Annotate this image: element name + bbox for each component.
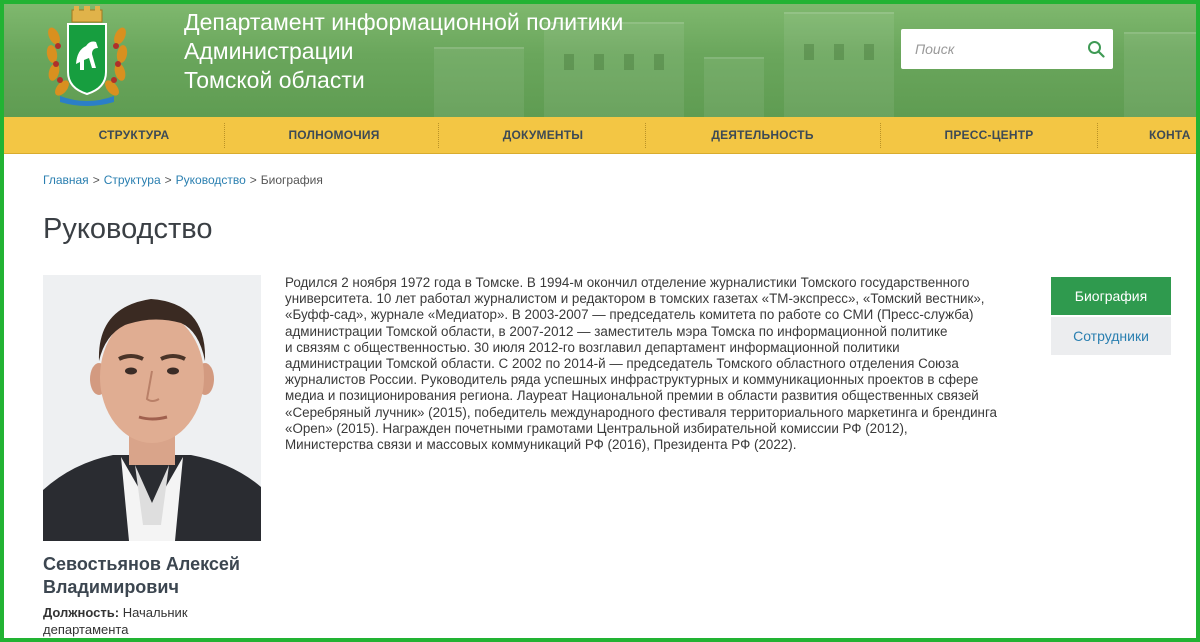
site-title-line: Департамент информационной политики bbox=[184, 9, 624, 35]
nav-item-documents[interactable]: ДОКУМЕНТЫ bbox=[438, 117, 648, 154]
site-title[interactable]: Департамент информационной политики Адми… bbox=[184, 8, 623, 95]
person-name: Севостьянов Алексей Владимирович bbox=[43, 553, 283, 599]
nav-separator bbox=[1097, 123, 1098, 148]
tab-staff[interactable]: Сотрудники bbox=[1051, 317, 1171, 355]
bio-line: журналистов России. Руководитель ряда ус… bbox=[285, 372, 979, 388]
breadcrumb-separator: > bbox=[92, 173, 100, 187]
nav-item-press-center[interactable]: ПРЕСС-ЦЕНТР bbox=[880, 117, 1098, 154]
main-nav: СТРУКТУРА ПОЛНОМОЧИЯ ДОКУМЕНТЫ ДЕЯТЕЛЬНО… bbox=[4, 117, 1196, 154]
bio-line: Министерства связи и массовых коммуникац… bbox=[285, 437, 797, 453]
biography-text: Родился 2 ноября 1972 года в Томске. В 1… bbox=[285, 275, 1025, 453]
bio-line: медиа и позиционирования региона. Лауреа… bbox=[285, 388, 979, 404]
portrait-image bbox=[43, 275, 261, 541]
header-decor-window bbox=[624, 54, 634, 70]
person-photo bbox=[43, 275, 261, 541]
bio-line: университета. 10 лет работал журналистом… bbox=[285, 291, 985, 307]
person-name-line: Севостьянов Алексей bbox=[43, 554, 240, 574]
bio-line: «Серебряный лучник» (2015), победитель м… bbox=[285, 404, 997, 420]
breadcrumb-link-leadership[interactable]: Руководство bbox=[176, 173, 246, 187]
bio-line: «Буфф-сад», журнале «Медиатор». В 2003-2… bbox=[285, 307, 974, 323]
breadcrumb-link-structure[interactable]: Структура bbox=[104, 173, 161, 187]
bio-line: администрации Томской области, в 2007-20… bbox=[285, 323, 948, 339]
page-title: Руководство bbox=[43, 213, 213, 245]
search-box bbox=[901, 29, 1113, 69]
bio-line: администрации Томской области. С 2002 по… bbox=[285, 356, 959, 372]
position-value: Начальник bbox=[122, 605, 188, 620]
site-title-line: Томской области bbox=[184, 67, 365, 93]
site-title-line: Администрации bbox=[184, 38, 354, 64]
search-icon[interactable] bbox=[1087, 40, 1105, 58]
side-tabs: Биография Сотрудники bbox=[1051, 277, 1171, 355]
position-label: Должность: bbox=[43, 605, 120, 620]
breadcrumb-separator: > bbox=[249, 173, 257, 187]
header-decor-building bbox=[784, 12, 894, 117]
header-decor-window bbox=[804, 44, 814, 60]
header-decor-building bbox=[704, 57, 764, 117]
header-decor-window bbox=[654, 54, 664, 70]
nav-item-contacts[interactable]: КОНТА bbox=[1149, 117, 1200, 154]
breadcrumb-link-home[interactable]: Главная bbox=[43, 173, 89, 187]
nav-item-activity[interactable]: ДЕЯТЕЛЬНОСТЬ bbox=[645, 117, 880, 154]
tab-biography[interactable]: Биография bbox=[1051, 277, 1171, 315]
bio-line: Родился 2 ноября 1972 года в Томске. В 1… bbox=[285, 275, 970, 290]
bio-line: «Open» (2015). Награжден почетными грамо… bbox=[285, 420, 908, 436]
header-decor-window bbox=[834, 44, 844, 60]
bio-line: и связям с общественностью. 30 июля 2012… bbox=[285, 339, 900, 355]
header-decor-window bbox=[864, 44, 874, 60]
breadcrumb-separator: > bbox=[164, 173, 172, 187]
breadcrumb: Главная > Структура > Руководство > Биография bbox=[43, 173, 323, 187]
person-position: Должность: Начальник департамента bbox=[43, 604, 243, 638]
site-header: Департамент информационной политики Адми… bbox=[4, 4, 1196, 117]
position-value: департамента bbox=[43, 622, 129, 637]
breadcrumb-current: Биография bbox=[260, 173, 323, 187]
tomsk-emblem-icon[interactable] bbox=[46, 6, 128, 108]
person-name-line: Владимирович bbox=[43, 577, 179, 597]
header-decor-building bbox=[1124, 32, 1196, 117]
nav-item-authority[interactable]: ПОЛНОМОЧИЯ bbox=[224, 117, 444, 154]
search-input[interactable] bbox=[901, 29, 1081, 69]
nav-item-structure[interactable]: СТРУКТУРА bbox=[44, 117, 224, 154]
